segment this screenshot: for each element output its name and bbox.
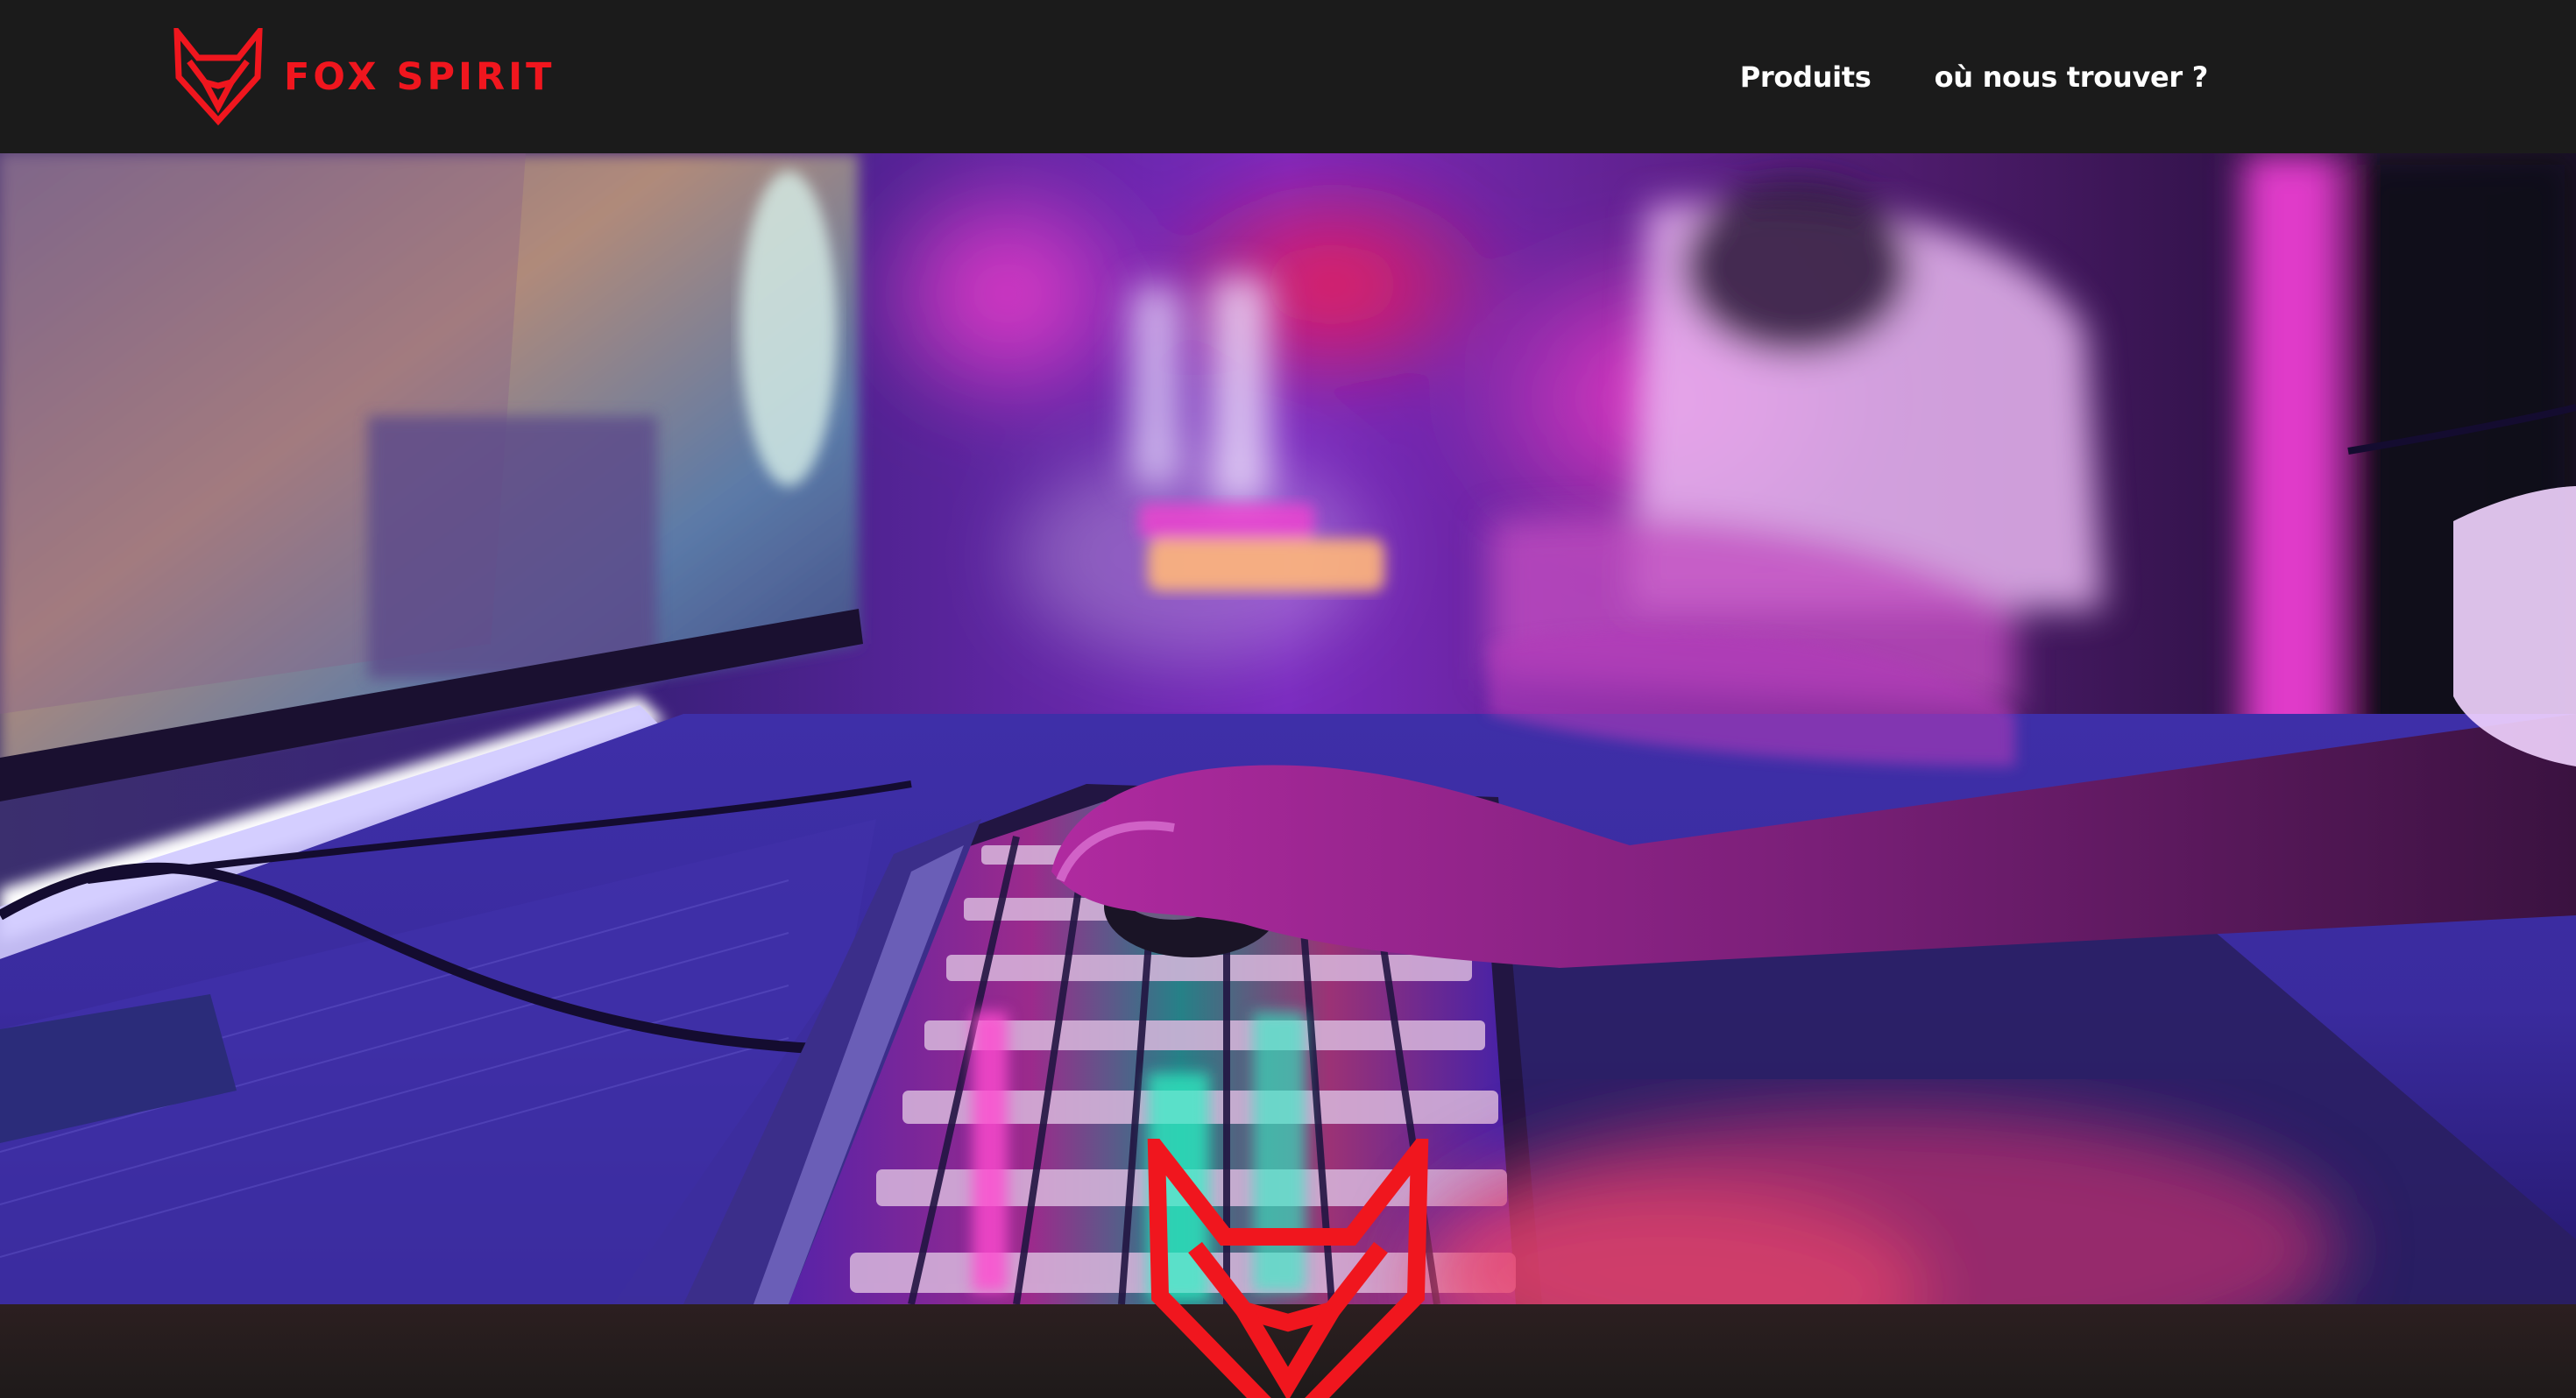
large-fox-logo xyxy=(1139,1123,1437,1398)
fox-head-icon xyxy=(1147,1123,1429,1398)
brand-logo-link[interactable]: FOX SPIRIT xyxy=(172,28,555,126)
page: FOX SPIRIT Produits où nous trouver ? xyxy=(0,0,2576,1398)
hero-photo xyxy=(0,153,2576,1304)
site-header: FOX SPIRIT Produits où nous trouver ? xyxy=(0,0,2576,153)
main-nav: Produits où nous trouver ? xyxy=(1677,0,2209,153)
hero-image xyxy=(0,153,2576,1304)
nav-link-ou-nous-trouver[interactable]: où nous trouver ? xyxy=(1935,60,2209,94)
brand-name: FOX SPIRIT xyxy=(284,54,556,99)
nav-link-produits[interactable]: Produits xyxy=(1740,60,1872,94)
fox-head-icon xyxy=(173,28,263,126)
